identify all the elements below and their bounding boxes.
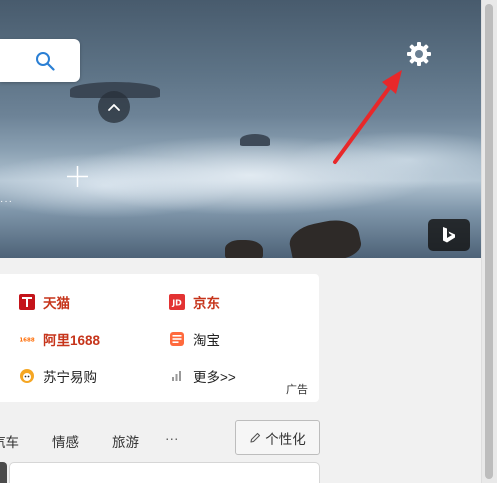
more-tabs-button[interactable]: ···: [165, 431, 179, 446]
bing-logo-icon: [443, 227, 455, 243]
link-1688[interactable]: 1688 阿里1688: [19, 329, 100, 349]
foreground-rock: [225, 240, 263, 258]
plus-icon[interactable]: [67, 166, 88, 187]
jd-icon: JD: [169, 294, 185, 310]
collapse-button[interactable]: [98, 91, 130, 123]
link-label: 淘宝: [193, 333, 220, 348]
chevron-up-icon: [108, 104, 120, 111]
alibaba-1688-icon: 1688: [19, 331, 35, 347]
svg-text:JD: JD: [171, 299, 182, 308]
ellipsis-mark: ···: [0, 196, 13, 207]
tab-travel[interactable]: 旅游: [112, 431, 139, 451]
link-suning[interactable]: 苏宁易购: [19, 366, 97, 386]
personalize-button[interactable]: 个性化: [235, 420, 320, 455]
gear-icon[interactable]: [406, 41, 432, 67]
suning-icon: [19, 368, 35, 384]
link-label: 更多>>: [193, 370, 236, 385]
link-label: 京东: [193, 296, 220, 311]
tab-auto[interactable]: 汽车: [0, 431, 19, 451]
link-more[interactable]: 更多>>: [169, 366, 236, 386]
more-icon: [169, 368, 185, 384]
distant-rock: [240, 134, 270, 146]
annotation-arrow: [333, 70, 402, 164]
link-tmall[interactable]: 天猫: [19, 292, 70, 312]
tmall-icon: [19, 294, 35, 310]
svg-text:1688: 1688: [19, 338, 34, 344]
bing-button[interactable]: [428, 219, 470, 251]
ad-label: 广告: [286, 384, 308, 396]
search-icon[interactable]: [35, 51, 55, 71]
link-taobao[interactable]: 淘宝: [169, 329, 220, 349]
link-label: 阿里1688: [43, 333, 101, 348]
scrollbar-thumb[interactable]: [485, 4, 493, 479]
tab-emotion[interactable]: 情感: [52, 431, 79, 451]
foreground-rock: [286, 215, 364, 258]
taobao-icon: [169, 331, 185, 347]
feed-card[interactable]: [9, 462, 320, 483]
personalize-label: 个性化: [265, 431, 306, 447]
link-label: 苏宁易购: [43, 370, 97, 385]
pencil-icon: [250, 432, 261, 443]
side-tab[interactable]: [0, 462, 7, 483]
link-label: 天猫: [43, 296, 70, 311]
link-jd[interactable]: JD 京东: [169, 292, 220, 312]
